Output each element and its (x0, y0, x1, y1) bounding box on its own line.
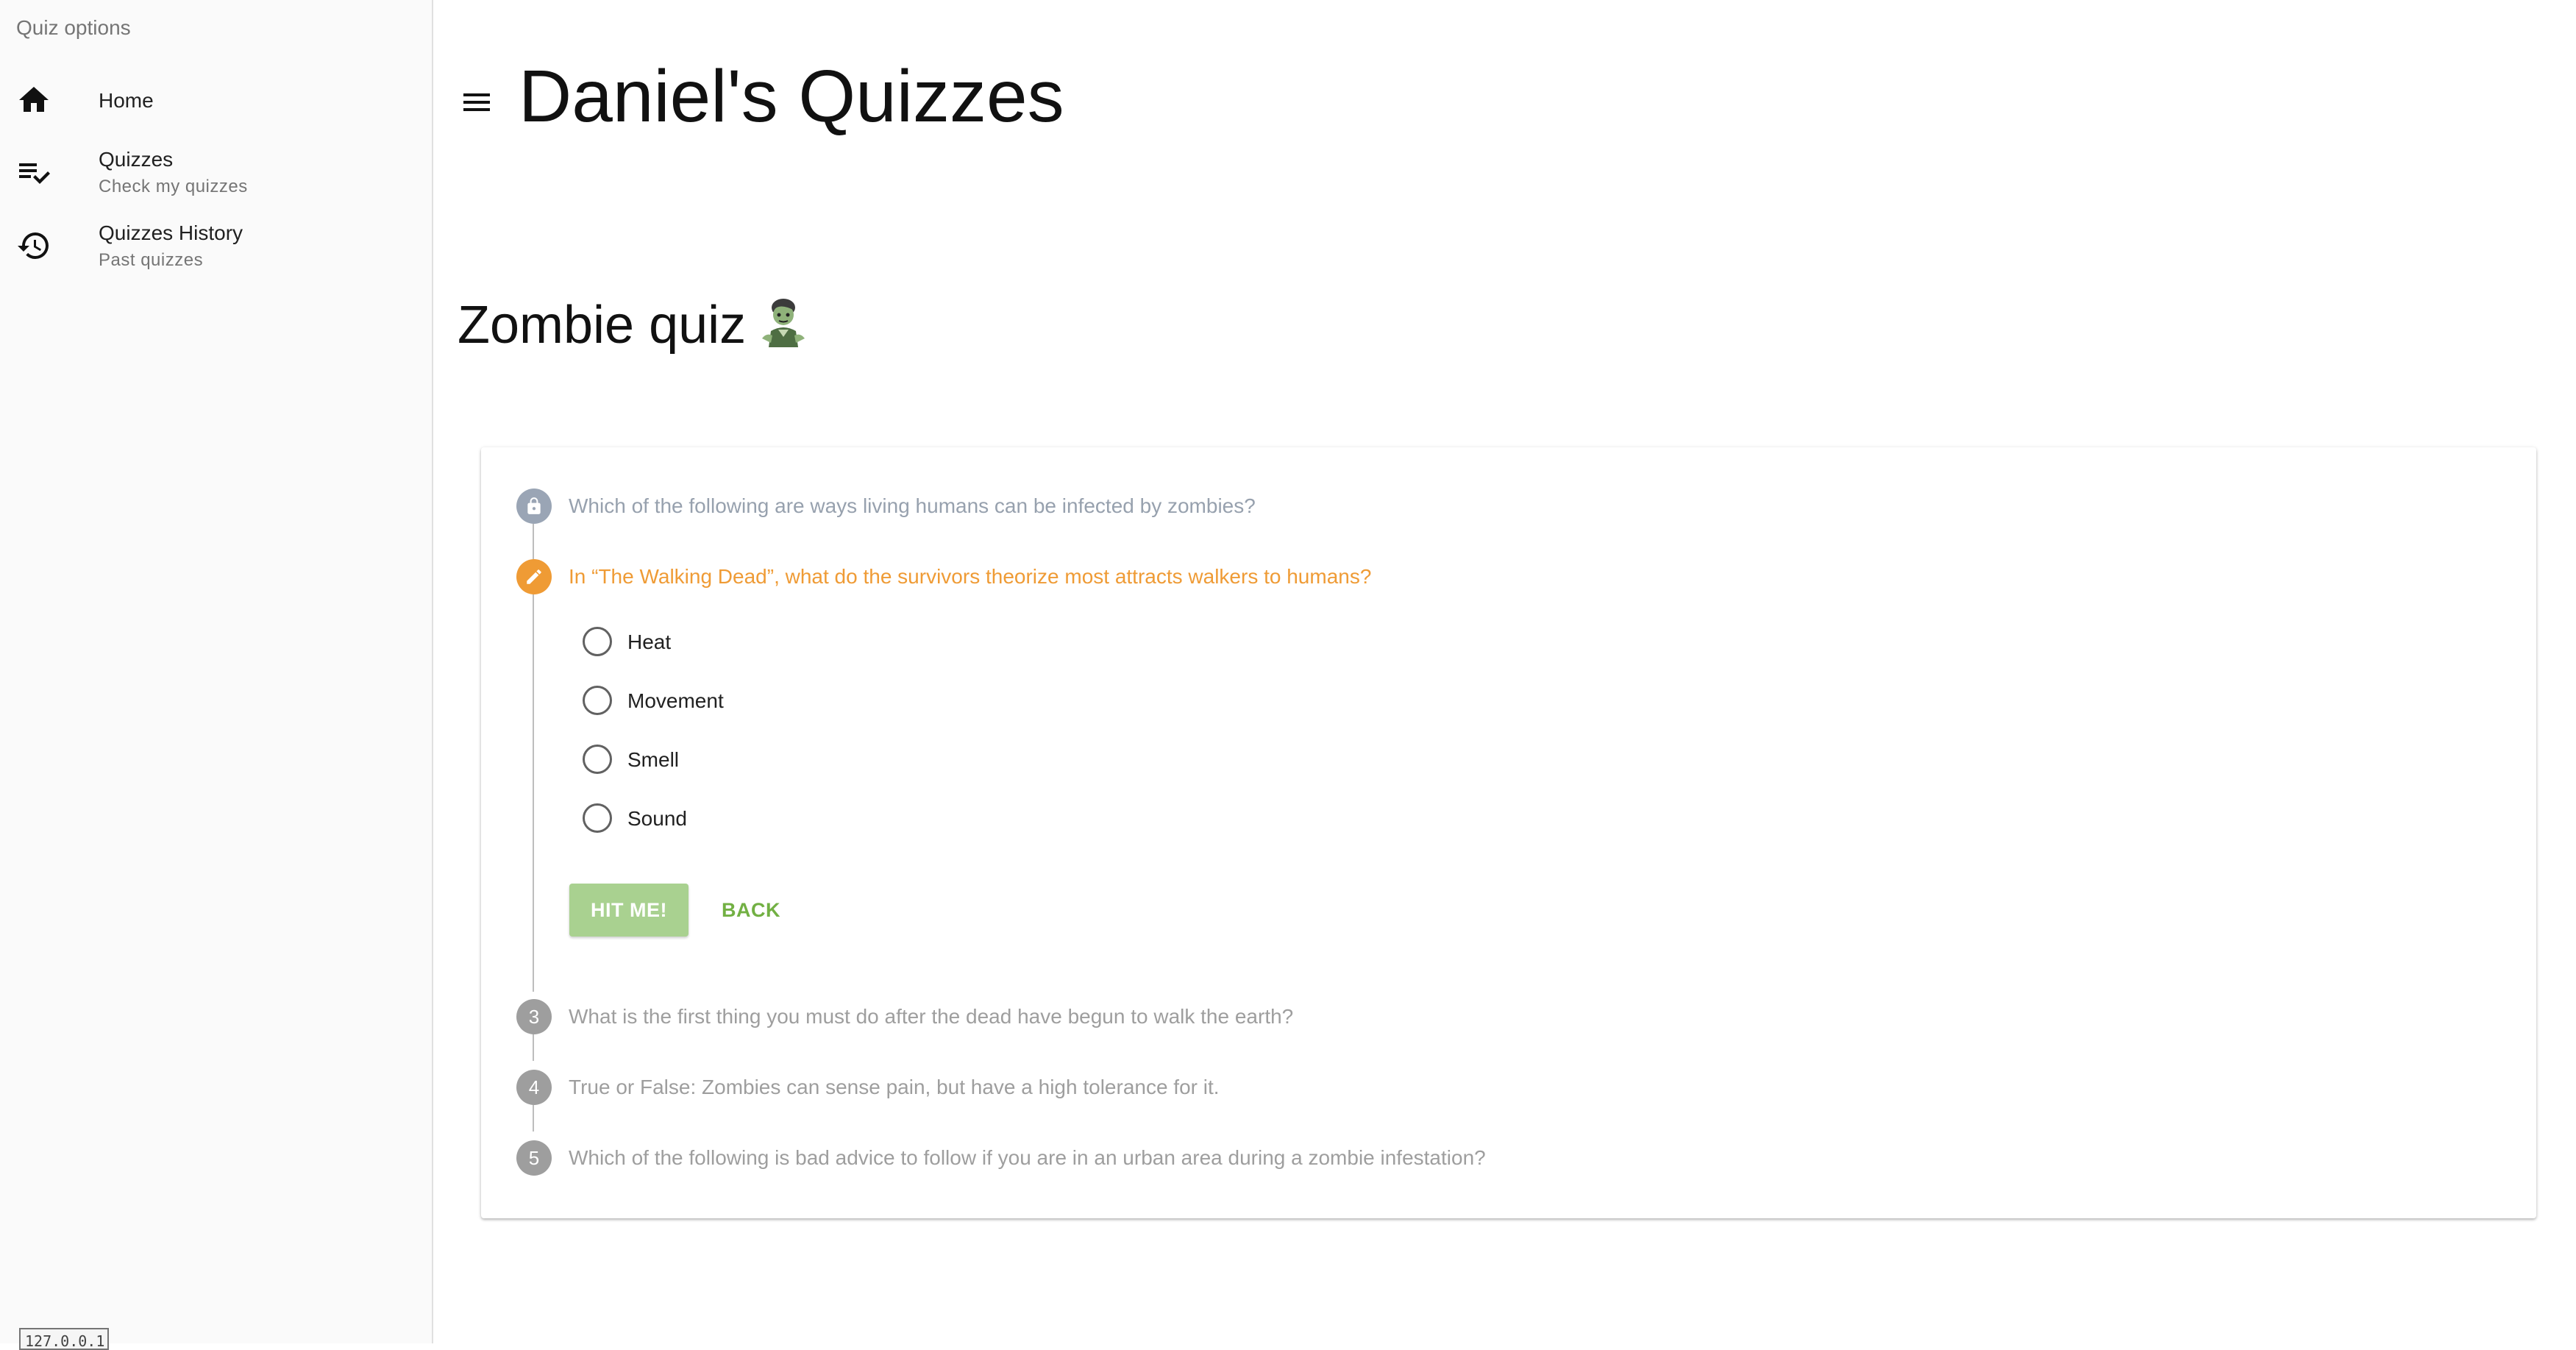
page-title: Daniel's Quizzes (519, 55, 1064, 138)
step-3-indicator: 3 (516, 999, 552, 1034)
step-connector (533, 1034, 534, 1061)
lock-icon (527, 497, 541, 514)
playlist-check-icon (16, 154, 51, 190)
sidebar-header: Quiz options (16, 16, 131, 39)
step-5-indicator: 5 (516, 1140, 552, 1176)
back-button[interactable]: BACK (714, 884, 789, 937)
radio-button[interactable] (583, 627, 612, 656)
sidebar-item-label: Quizzes History (99, 221, 243, 244)
zombie-emoji-icon (756, 294, 811, 359)
quiz-title-text: Zombie quiz (458, 296, 747, 355)
sidebar-item-home[interactable]: Home (0, 65, 432, 135)
step-connector (533, 1105, 534, 1131)
radio-button[interactable] (583, 745, 612, 774)
step-3-question[interactable]: What is the first thing you must do afte… (569, 1005, 1293, 1029)
quiz-stepper-card (481, 447, 2536, 1218)
step-5-question[interactable]: Which of the following is bad advice to … (569, 1146, 1486, 1170)
sidebar-item-label: Quizzes (99, 148, 174, 171)
host-badge: 127.0.0.1 (19, 1328, 109, 1350)
quiz-title: Zombie quiz (458, 294, 811, 359)
step-1-question[interactable]: Which of the following are ways living h… (569, 494, 1256, 518)
step-2-edit-indicator (516, 559, 552, 594)
step-1-lock-indicator (516, 489, 552, 524)
answer-option-label: Heat (627, 630, 672, 653)
step-2-question[interactable]: In “The Walking Dead”, what do the survi… (569, 565, 1371, 589)
step-connector (533, 524, 534, 559)
sidebar-item-quizzes[interactable]: Quizzes Check my quizzes (0, 137, 432, 207)
sidebar-item-label: Home (99, 89, 154, 112)
home-icon (16, 82, 51, 118)
sidebar-item-subtitle: Past quizzes (99, 250, 204, 270)
answer-option-label: Sound (627, 807, 687, 830)
history-icon (16, 228, 51, 263)
step-connector (533, 594, 534, 992)
answer-option-label: Smell (627, 748, 680, 771)
step-4-indicator: 4 (516, 1070, 552, 1105)
answer-option-label: Movement (627, 689, 724, 712)
radio-button[interactable] (583, 803, 612, 833)
step-4-question[interactable]: True or False: Zombies can sense pain, b… (569, 1076, 1220, 1099)
sidebar-drawer: Quiz options Home Quizzes Check my quizz… (0, 0, 433, 1350)
sidebar-item-quizzes-history[interactable]: Quizzes History Past quizzes (0, 210, 432, 281)
pencil-icon (527, 569, 541, 584)
sidebar-item-subtitle: Check my quizzes (99, 177, 248, 196)
radio-button[interactable] (583, 686, 612, 715)
menu-icon[interactable] (459, 85, 494, 120)
hit-me-button[interactable]: HIT ME! (569, 884, 689, 937)
